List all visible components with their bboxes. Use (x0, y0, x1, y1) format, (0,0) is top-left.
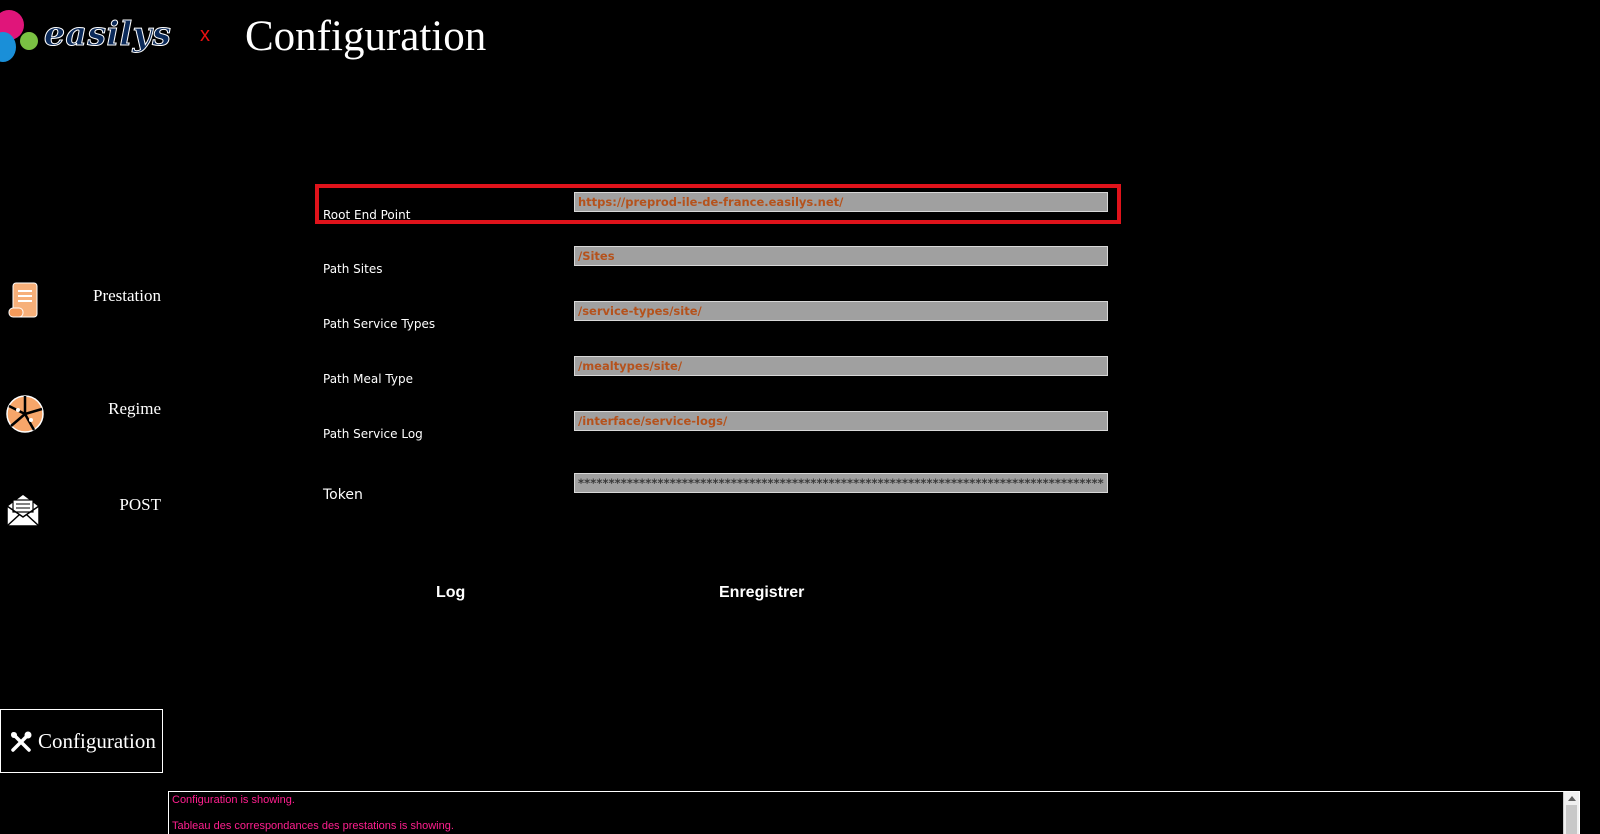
app-window: easilys x Configuration Prestation Regim… (0, 0, 1600, 834)
path-meal-type-input[interactable] (574, 356, 1108, 376)
envelope-icon (6, 493, 40, 527)
path-sites-input[interactable] (574, 246, 1108, 266)
field-path-meal-type: Path Meal Type (315, 350, 1115, 390)
log-panel: Configuration is showing. Tableau des co… (168, 791, 1580, 834)
tools-icon (11, 731, 32, 752)
path-service-types-input[interactable] (574, 301, 1108, 321)
sidebar-item-configuration[interactable]: Configuration (0, 709, 163, 773)
sidebar-item-prestation[interactable]: Prestation (0, 272, 165, 328)
save-button[interactable]: Enregistrer (715, 582, 808, 604)
log-line: Tableau des correspondances des prestati… (172, 820, 454, 832)
field-path-sites: Path Sites (315, 240, 1115, 280)
scroll-up-icon[interactable] (1567, 796, 1576, 801)
field-label: Token (323, 487, 363, 503)
token-input[interactable] (574, 473, 1108, 493)
sidebar-item-label: Prestation (93, 286, 161, 305)
easilys-logo: easilys (0, 6, 171, 64)
pie-icon (6, 395, 44, 433)
scroll-icon (8, 282, 38, 318)
field-label: Path Meal Type (323, 372, 413, 386)
field-root-end-point: Root End Point (315, 186, 1115, 226)
path-service-log-input[interactable] (574, 411, 1108, 431)
log-scrollbar[interactable] (1563, 792, 1579, 834)
sidebar-item-label: Regime (108, 399, 161, 418)
sidebar-item-regime[interactable]: Regime (0, 385, 165, 441)
sidebar-item-label: Configuration (38, 729, 156, 753)
log-button[interactable]: Log (432, 582, 469, 604)
log-line: Configuration is showing. (172, 794, 295, 806)
field-label: Path Sites (323, 262, 383, 276)
field-path-service-log: Path Service Log (315, 405, 1115, 445)
logo-text: easilys (43, 14, 172, 54)
logo-dot-green (20, 32, 38, 50)
root-end-point-input[interactable] (574, 192, 1108, 212)
sidebar-item-post[interactable]: POST (0, 481, 165, 537)
field-path-service-types: Path Service Types (315, 295, 1115, 335)
close-button[interactable]: x (200, 24, 210, 47)
sidebar-item-label: POST (119, 495, 161, 514)
field-label: Path Service Types (323, 317, 436, 331)
field-label: Root End Point (323, 208, 411, 222)
page-title: Configuration (245, 13, 487, 60)
scrollbar-thumb[interactable] (1566, 805, 1577, 834)
field-label: Path Service Log (323, 427, 423, 441)
field-token: Token (315, 467, 1115, 507)
